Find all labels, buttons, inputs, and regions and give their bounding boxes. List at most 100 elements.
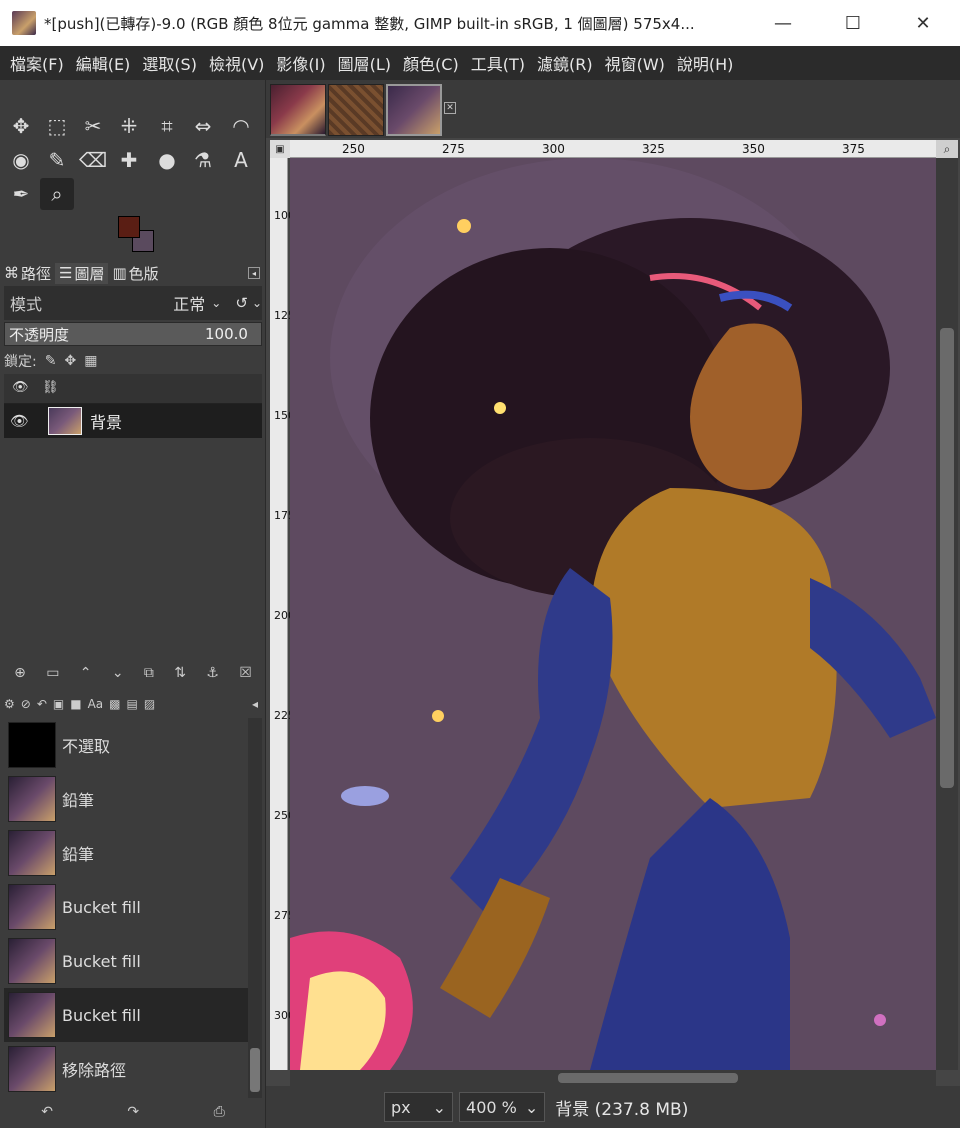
smudge-tool-icon[interactable]: ● [150,144,184,176]
history-item[interactable]: Bucket fill [4,934,248,988]
menu-edit[interactable]: 編輯(E) [70,51,137,75]
heal-tool-icon[interactable]: ✚ [112,144,146,176]
close-tab-icon[interactable]: ✕ [444,102,456,114]
menu-filters[interactable]: 濾鏡(R) [531,51,599,75]
pencil-tool-icon[interactable]: ✎ [40,144,74,176]
lock-position-icon[interactable]: ✥ [64,353,76,369]
menu-tools[interactable]: 工具(T) [465,51,531,75]
history-scrollbar[interactable] [248,718,262,1098]
eraser-tool-icon[interactable]: ⌫ [76,144,110,176]
menu-colors[interactable]: 顏色(C) [397,51,465,75]
patterns-tab-icon[interactable]: ▩ [109,697,120,711]
device-status-tab-icon[interactable]: ⊘ [21,697,31,711]
zoom-value[interactable]: 400 % [466,1098,517,1117]
menu-help[interactable]: 說明(H) [671,51,740,75]
bucket-fill-tool-icon[interactable]: ◉ [4,144,38,176]
chevron-down-icon[interactable]: ⌄ [252,296,262,310]
color-picker-tool-icon[interactable]: ✒ [4,178,38,210]
history-scroll-thumb[interactable] [250,1048,260,1092]
horizontal-scrollbar[interactable] [290,1070,936,1086]
gradients-tab-icon[interactable]: ▨ [144,697,155,711]
lock-alpha-icon[interactable]: ▦ [84,353,97,369]
vertical-ruler[interactable]: 100 125 150 175 200 225 250 275 300 [270,158,295,1070]
new-layer-icon[interactable]: ⊕ [14,665,26,681]
mode-reset-icon[interactable]: ↺ [235,294,248,312]
dock-menu-icon[interactable]: ◂ [252,697,258,711]
eye-icon[interactable]: 👁 [10,412,29,430]
mode-select[interactable]: 正常 [138,291,205,315]
ruler-tick: 300 [542,142,565,156]
history-item-selected[interactable]: Bucket fill [4,988,248,1042]
vertical-scroll-thumb[interactable] [940,328,954,788]
zoom-select[interactable]: 400 % ⌄ [459,1092,546,1122]
history-item[interactable]: Bucket fill [4,880,248,934]
menu-bar: 檔案(F) 編輯(E) 選取(S) 檢視(V) 影像(I) 圖層(L) 顏色(C… [0,46,960,80]
menu-view[interactable]: 檢視(V) [203,51,270,75]
layer-name[interactable]: 背景 [90,409,122,433]
tab-layers[interactable]: ☰ 圖層 [55,262,109,284]
new-group-icon[interactable]: ▭ [46,665,59,681]
menu-select[interactable]: 選取(S) [136,51,203,75]
navigate-icon[interactable]: ⌕ [936,140,958,158]
chevron-down-icon[interactable]: ⌄ [211,296,221,310]
dock-menu-icon[interactable]: ◂ [248,267,260,279]
lower-layer-icon[interactable]: ⌄ [112,665,124,681]
undo-history-tab-icon[interactable]: ↶ [37,697,47,711]
dodge-burn-tool-icon[interactable]: ⚗ [186,144,220,176]
opacity-value[interactable]: 100.0 [205,325,248,343]
unit-select[interactable]: px ⌄ [384,1092,454,1122]
lock-pixels-icon[interactable]: ✎ [45,353,57,369]
menu-layer[interactable]: 圖層(L) [332,51,397,75]
menu-windows[interactable]: 視窗(W) [599,51,671,75]
crop-tool-icon[interactable]: ⌗ [150,110,184,142]
quick-mask-toggle[interactable]: ▣ [270,140,290,158]
raise-layer-icon[interactable]: ⌃ [80,665,92,681]
scissors-tool-icon[interactable]: ✂ [76,110,110,142]
mode-label: 模式 [10,295,43,314]
menu-file[interactable]: 檔案(F) [4,51,70,75]
foreground-color-swatch[interactable] [118,216,140,238]
images-tab-icon[interactable]: ▣ [53,697,64,711]
warp-tool-icon[interactable]: ◠ [224,110,258,142]
ruler-tick: 325 [642,142,665,156]
palettes-tab-icon[interactable]: ▤ [126,697,137,711]
rect-select-tool-icon[interactable]: ⬚ [40,110,74,142]
image-tab-active[interactable] [386,84,442,136]
anchor-layer-icon[interactable]: ⚓ [206,665,219,681]
fonts-tab-icon[interactable]: Aa [88,697,104,711]
merge-layer-icon[interactable]: ⇅ [174,665,186,681]
tab-paths[interactable]: ⌘ 路徑 [0,263,55,284]
tool-options-tab-icon[interactable]: ⚙ [4,697,15,711]
text-tool-icon[interactable]: A [224,144,258,176]
history-item[interactable]: 鉛筆 [4,772,248,826]
history-item[interactable]: 鉛筆 [4,826,248,880]
minimize-button[interactable]: — [760,0,806,46]
opacity-slider[interactable]: 不透明度 100.0 [4,322,262,346]
close-button[interactable]: ✕ [900,0,946,46]
chevron-down-icon: ⌄ [432,1097,447,1117]
lock-label: 鎖定: [4,354,37,370]
menu-image[interactable]: 影像(I) [270,51,331,75]
history-item[interactable]: 移除路徑 [4,1042,248,1096]
horizontal-ruler[interactable]: 250 275 300 325 350 375 [290,140,936,158]
clear-history-icon[interactable]: ⎙ [214,1104,225,1120]
duplicate-layer-icon[interactable]: ⧉ [144,665,154,681]
color-well[interactable] [114,212,164,254]
layer-row[interactable]: 👁 背景 [4,404,262,438]
redo-icon[interactable]: ↷ [127,1104,139,1120]
fuzzy-select-tool-icon[interactable]: ⁜ [112,110,146,142]
tab-channels[interactable]: ▥ 色版 [108,263,162,284]
delete-layer-icon[interactable]: ☒ [239,665,252,681]
undo-icon[interactable]: ↶ [41,1104,53,1120]
image-canvas[interactable] [290,158,936,1070]
unified-transform-tool-icon[interactable]: ⇔ [186,110,220,142]
brushes-tab-icon[interactable]: ■ [70,697,81,711]
move-tool-icon[interactable]: ✥ [4,110,38,142]
horizontal-scroll-thumb[interactable] [558,1073,738,1083]
maximize-button[interactable]: ☐ [830,0,876,46]
history-item[interactable]: 不選取 [4,718,248,772]
vertical-scrollbar[interactable] [936,158,958,1070]
zoom-tool-icon[interactable]: ⌕ [40,178,74,210]
image-tab[interactable] [328,84,384,136]
image-tab[interactable] [270,84,326,136]
